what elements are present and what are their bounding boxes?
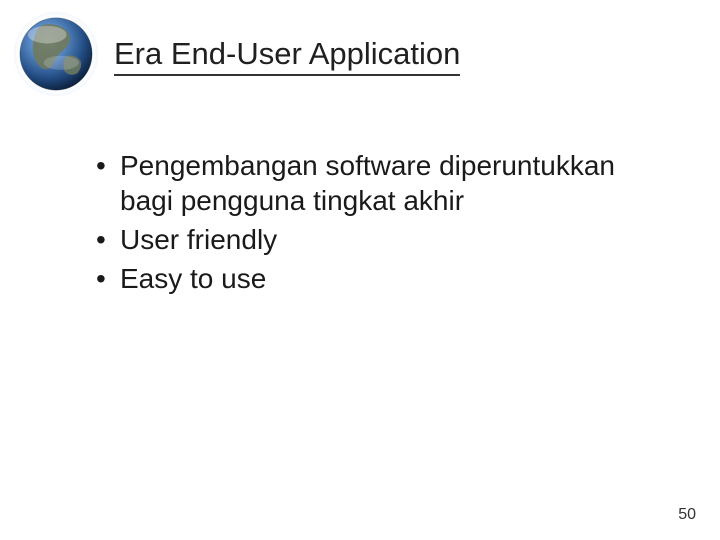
- bullet-text: Pengembangan software diperuntukkan bagi…: [120, 150, 615, 216]
- bullet-text: Easy to use: [120, 263, 266, 294]
- list-item: Easy to use: [90, 261, 660, 296]
- slide-body: Pengembangan software diperuntukkan bagi…: [0, 98, 720, 296]
- list-item: Pengembangan software diperuntukkan bagi…: [90, 148, 660, 218]
- slide-title: Era End-User Application: [114, 36, 460, 76]
- presentation-slide: Era End-User Application Pengembangan so…: [0, 0, 720, 540]
- list-item: User friendly: [90, 222, 660, 257]
- globe-icon: [12, 10, 100, 98]
- page-number: 50: [678, 506, 696, 524]
- bullet-list: Pengembangan software diperuntukkan bagi…: [90, 148, 660, 296]
- bullet-text: User friendly: [120, 224, 277, 255]
- slide-header: Era End-User Application: [0, 0, 720, 98]
